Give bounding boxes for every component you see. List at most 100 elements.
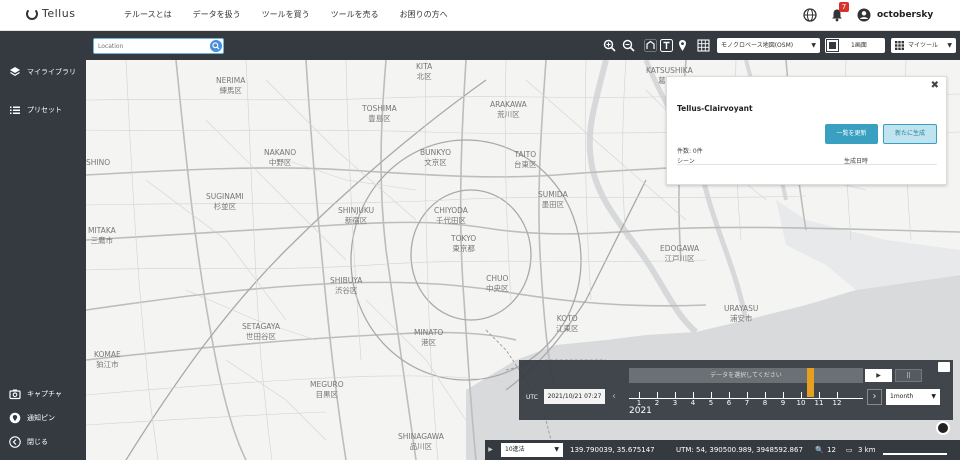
username[interactable]: octobersky (877, 10, 933, 20)
timeline-tick-label: 5 (708, 399, 714, 407)
map-label: CHIYODA 千代田区 (434, 206, 468, 225)
logo-text: Tellus (42, 7, 76, 20)
divider (677, 164, 937, 165)
sidebar-item-label: 閉じる (27, 438, 48, 446)
scale-label: 3 km (858, 446, 876, 454)
timeline-tick-label: 8 (762, 399, 768, 407)
item-count: 件数: 0件 (677, 148, 703, 155)
sidebar-item-label: キャプチャ (27, 390, 62, 398)
text-tool-icon[interactable] (660, 39, 673, 52)
nav-link-sell-tools[interactable]: ツールを売る (331, 9, 379, 20)
layers-icon (10, 67, 20, 77)
map-label: NERIMA 練馬区 (216, 76, 246, 95)
coordinate-format-select[interactable]: 10進法 ▼ (501, 443, 563, 457)
scale-bar (883, 453, 947, 455)
basemap-select-value: モノクロベース地図(OSM) (721, 42, 794, 49)
status-bar: ▶ 10進法 ▼ 139.790039, 35.675147 UTM: 54, … (485, 440, 960, 460)
search-icon[interactable] (210, 40, 222, 52)
sidebar-item-presets[interactable]: プリセット (9, 104, 62, 116)
map-label: SETAGAYA 世田谷区 (242, 322, 280, 341)
map-label: SHINAGAWA 品川区 (398, 432, 444, 451)
previous-icon[interactable]: ‹ (612, 389, 624, 404)
datetime-field[interactable]: 2021/10/21 07:27 (544, 389, 605, 404)
library-title: Tellus-Clairvoyant (677, 104, 753, 113)
tellus-logo[interactable]: Tellus (26, 7, 75, 20)
timeline-tick (837, 392, 838, 398)
sidebar-item-label: 通知ピン (27, 414, 55, 422)
grid-icon[interactable] (697, 39, 710, 52)
zoom-level: 12 (827, 446, 836, 454)
close-icon[interactable]: ✖ (931, 80, 939, 91)
screen-layout-value: 1画面 (851, 42, 867, 49)
map-label: TOKYO 東京都 (451, 234, 477, 253)
map-label: TAITO 台東区 (514, 150, 537, 169)
map-label: EDOGAWA 江戸川区 (660, 244, 700, 263)
sidebar: マイライブラリ プリセット キャプチャ 通知ピン 閉じる (0, 31, 86, 460)
pin-tool-icon[interactable] (676, 39, 689, 52)
map-label: CHUO 中央区 (486, 274, 509, 293)
chevron-left-icon (9, 436, 21, 448)
timeline-tick-label: 11 (814, 399, 824, 407)
timeline-tick-label: 3 (672, 399, 678, 407)
map-label: ARAKAWA 荒川区 (490, 100, 527, 119)
chevron-down-icon: ▼ (554, 446, 559, 453)
map-label: SHINJUKU 新宿区 (338, 206, 375, 225)
timeline-tick-label: 9 (780, 399, 786, 407)
toggle-statusbar-icon[interactable]: ▶ (485, 440, 496, 460)
minimize-timeline-button[interactable] (938, 362, 950, 372)
pause-button[interactable]: || (895, 369, 922, 382)
globe-icon[interactable] (803, 8, 817, 22)
mytools-dropdown[interactable]: マイツール ▼ (891, 38, 956, 53)
timeline-tick-label: 7 (744, 399, 750, 407)
generate-new-button[interactable]: 新たに生成 (883, 124, 937, 144)
camera-icon (9, 389, 21, 400)
draw-polygon-icon[interactable] (644, 39, 657, 52)
nav-link-about[interactable]: テルースとは (124, 9, 172, 20)
utc-label: UTC (526, 394, 538, 401)
map-label: SHINO (86, 158, 111, 167)
timeline-tick-label: 6 (726, 399, 732, 407)
mytools-label: マイツール (908, 42, 939, 49)
list-icon (10, 106, 20, 114)
timeline-tick (765, 392, 766, 398)
timeline-tick (639, 392, 640, 398)
nav-link-buy-tools[interactable]: ツールを買う (262, 9, 310, 20)
map-label: KITA 北区 (416, 62, 433, 81)
top-navigation: Tellus テルースとは データを扱う ツールを買う ツールを売る お困りの方… (0, 0, 960, 31)
pin-icon (9, 412, 21, 424)
nav-link-data[interactable]: データを扱う (193, 9, 241, 20)
play-button[interactable]: ▶ (865, 369, 892, 382)
logo-mark-icon (26, 7, 38, 20)
nav-link-help[interactable]: お困りの方へ (400, 9, 448, 20)
sidebar-item-capture[interactable]: キャプチャ (9, 388, 62, 400)
timeline-tick (693, 392, 694, 398)
sidebar-item-my-library[interactable]: マイライブラリ (9, 66, 76, 78)
timeline-tick (801, 392, 802, 398)
map-label: SUGINAMI 杉並区 (206, 192, 244, 211)
timeline-data-prompt[interactable]: データを選択してください (629, 368, 863, 383)
nav-links: テルースとは データを扱う ツールを買う ツールを売る お困りの方へ (124, 9, 469, 20)
screen-layout-select[interactable]: 1画面 (825, 38, 885, 53)
coordinate-format-value: 10進法 (505, 446, 525, 453)
map-label: URAYASU 浦安市 (724, 304, 759, 323)
user-avatar-icon[interactable] (857, 8, 871, 22)
period-value: 1month (890, 393, 914, 400)
sidebar-item-label: プリセット (27, 106, 62, 114)
location-search-input[interactable] (93, 38, 224, 54)
basemap-select[interactable]: モノクロベース地図(OSM) ▼ (717, 38, 820, 53)
zoom-out-icon[interactable] (622, 39, 635, 52)
refresh-list-button[interactable]: 一覧を更新 (825, 124, 878, 144)
period-select[interactable]: 1month ▼ (886, 389, 940, 405)
map-label: SHIBUYA 渋谷区 (330, 276, 363, 295)
chevron-down-icon: ▼ (931, 393, 936, 400)
locate-target-icon[interactable] (936, 421, 950, 435)
sidebar-item-notification-pin[interactable]: 通知ピン (9, 412, 55, 424)
library-panel: ✖ Tellus-Clairvoyant 一覧を更新 新たに生成 件数: 0件 … (666, 76, 947, 185)
sidebar-item-close[interactable]: 閉じる (9, 436, 48, 448)
zoom-in-icon[interactable] (603, 39, 616, 52)
timeline-tick (747, 392, 748, 398)
next-icon[interactable]: › (867, 389, 882, 405)
map-label: BUNKYO 文京区 (420, 148, 451, 167)
timeline-current-marker[interactable] (807, 368, 814, 397)
ruler-icon: ▭ (846, 446, 853, 454)
